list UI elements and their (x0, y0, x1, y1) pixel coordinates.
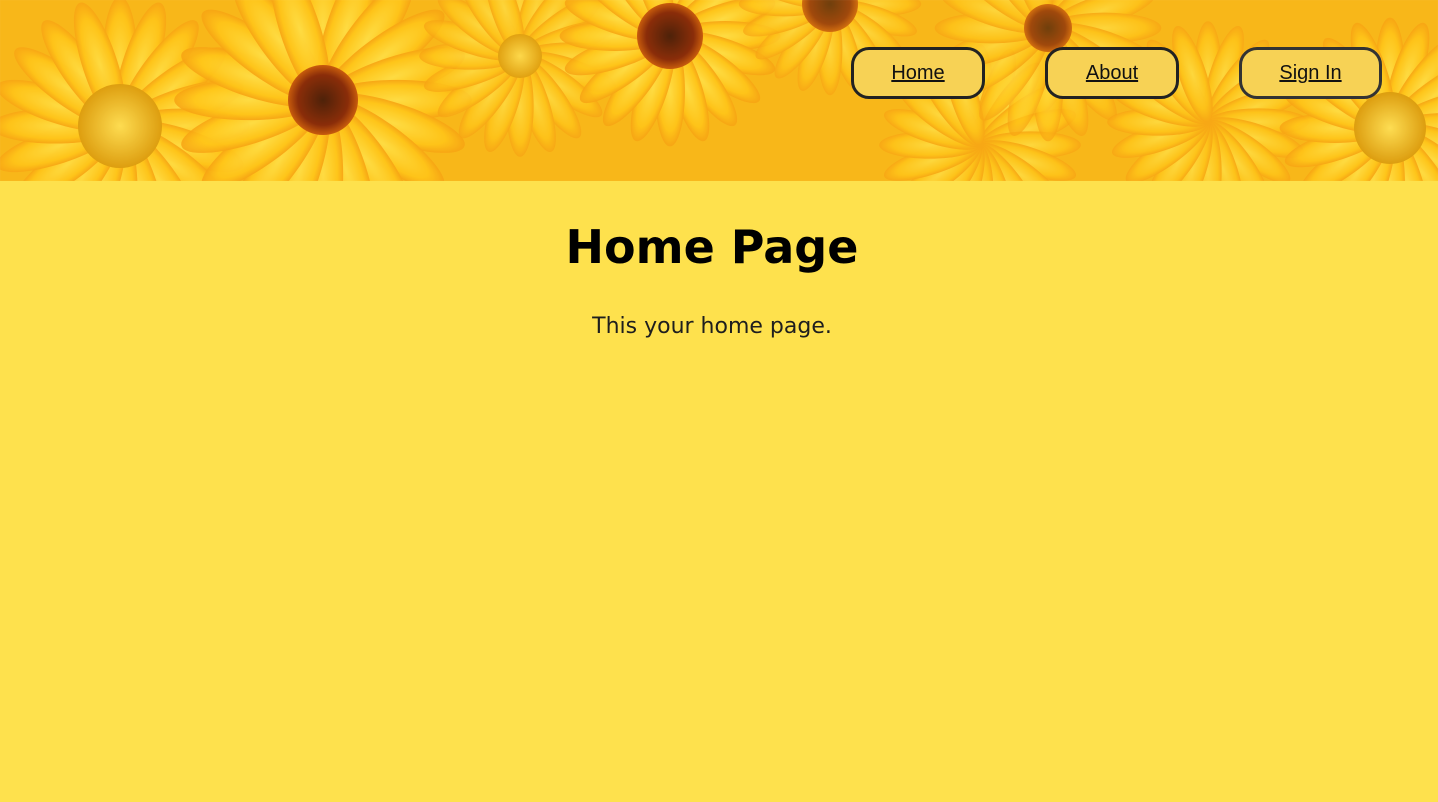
nav-about-button[interactable]: About (1045, 47, 1179, 99)
nav-home-button[interactable]: Home (851, 47, 985, 99)
home-page: Home About Sign In Home Page This your h… (0, 0, 1438, 802)
welcome-message: This your home page. (592, 314, 832, 339)
main-content: Home Page This your home page. (0, 181, 1438, 802)
nav-sign-in-button[interactable]: Sign In (1239, 47, 1382, 99)
page-title: Home Page (565, 220, 859, 274)
flower-banner-image (0, 0, 1438, 181)
flower-banner: Home About Sign In (0, 0, 1438, 181)
